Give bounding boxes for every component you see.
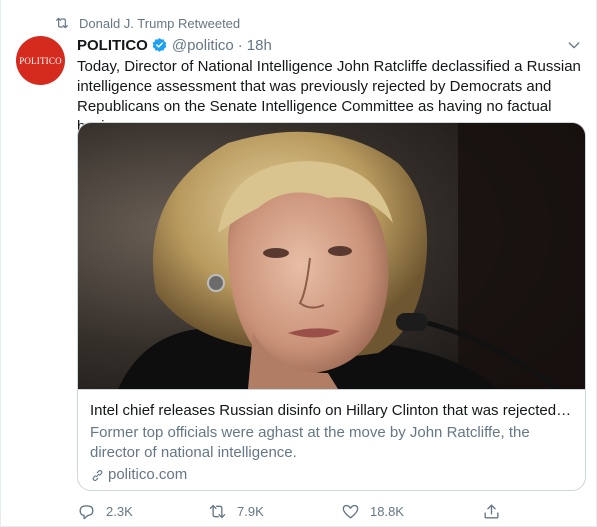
header-separator: · [237, 36, 243, 54]
chevron-down-icon[interactable] [566, 37, 582, 53]
reply-icon [79, 504, 94, 519]
card-image[interactable] [78, 123, 585, 389]
card-domain-text: politico.com [108, 466, 188, 483]
retweet-icon [56, 17, 68, 29]
heart-icon [342, 504, 359, 519]
share-icon [484, 503, 499, 519]
retweet-context: Donald J. Trump Retweeted [54, 14, 240, 32]
retweet-icon [209, 504, 226, 518]
avatar-logo-text: POLITICO [19, 55, 62, 66]
tweet-timestamp[interactable]: 18h [247, 37, 272, 54]
like-count: 18.8K [370, 503, 404, 519]
reply-button[interactable]: 2.3K [77, 500, 133, 522]
tweet-container[interactable]: Donald J. Trump Retweeted POLITICO POLIT… [0, 0, 597, 527]
retweet-label[interactable]: Donald J. Trump Retweeted [79, 16, 240, 31]
card-domain: politico.com [90, 465, 573, 485]
card-photo [78, 123, 585, 389]
tweet-actions: 2.3K 7.9K 18.8K [77, 500, 517, 522]
share-button[interactable] [482, 500, 511, 522]
like-button[interactable]: 18.8K [341, 500, 404, 522]
card-description: Former top officials were aghast at the … [90, 424, 530, 461]
author-name[interactable]: POLITICO [77, 37, 148, 54]
reply-count: 2.3K [106, 503, 133, 519]
tweet-header: POLITICO @politico · 18h [77, 34, 272, 56]
author-handle[interactable]: @politico [172, 37, 234, 54]
avatar[interactable]: POLITICO [16, 36, 65, 85]
verified-badge-icon [152, 37, 167, 52]
retweet-count: 7.9K [237, 503, 264, 519]
retweet-button[interactable]: 7.9K [208, 500, 264, 522]
link-card[interactable]: Intel chief releases Russian disinfo on … [77, 122, 586, 491]
card-title[interactable]: Intel chief releases Russian disinfo on … [90, 401, 573, 421]
card-body[interactable]: Intel chief releases Russian disinfo on … [78, 389, 585, 490]
link-icon [92, 469, 103, 481]
